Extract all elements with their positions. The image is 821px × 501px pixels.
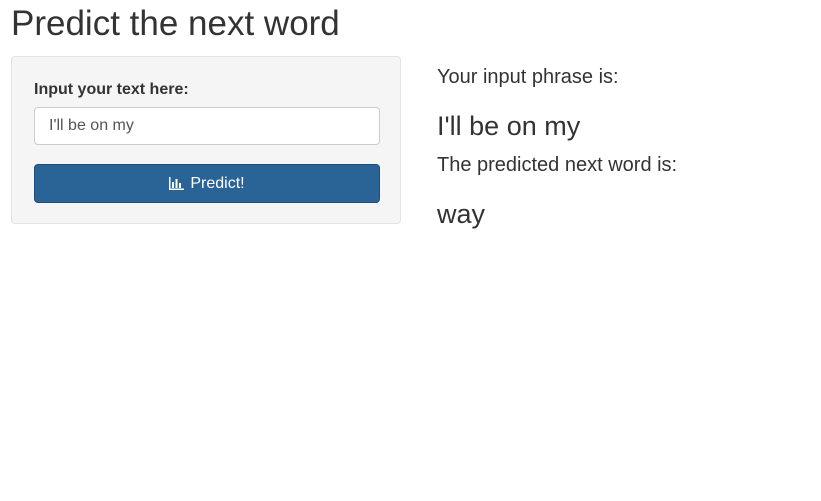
input-label: Input your text here:: [34, 81, 189, 98]
input-phrase-label: Your input phrase is:: [437, 66, 619, 88]
page-title: Predict the next word: [11, 4, 340, 43]
prediction-value: way: [437, 199, 486, 229]
input-phrase-value: I'll be on my: [437, 111, 581, 141]
predict-button[interactable]: Predict!: [34, 164, 380, 203]
text-input[interactable]: [34, 107, 380, 145]
predict-button-label: Predict!: [190, 174, 245, 192]
input-panel: Input your text here: Predict!: [11, 56, 401, 224]
bar-chart-icon: [169, 177, 185, 190]
prediction-label: The predicted next word is:: [437, 154, 678, 176]
